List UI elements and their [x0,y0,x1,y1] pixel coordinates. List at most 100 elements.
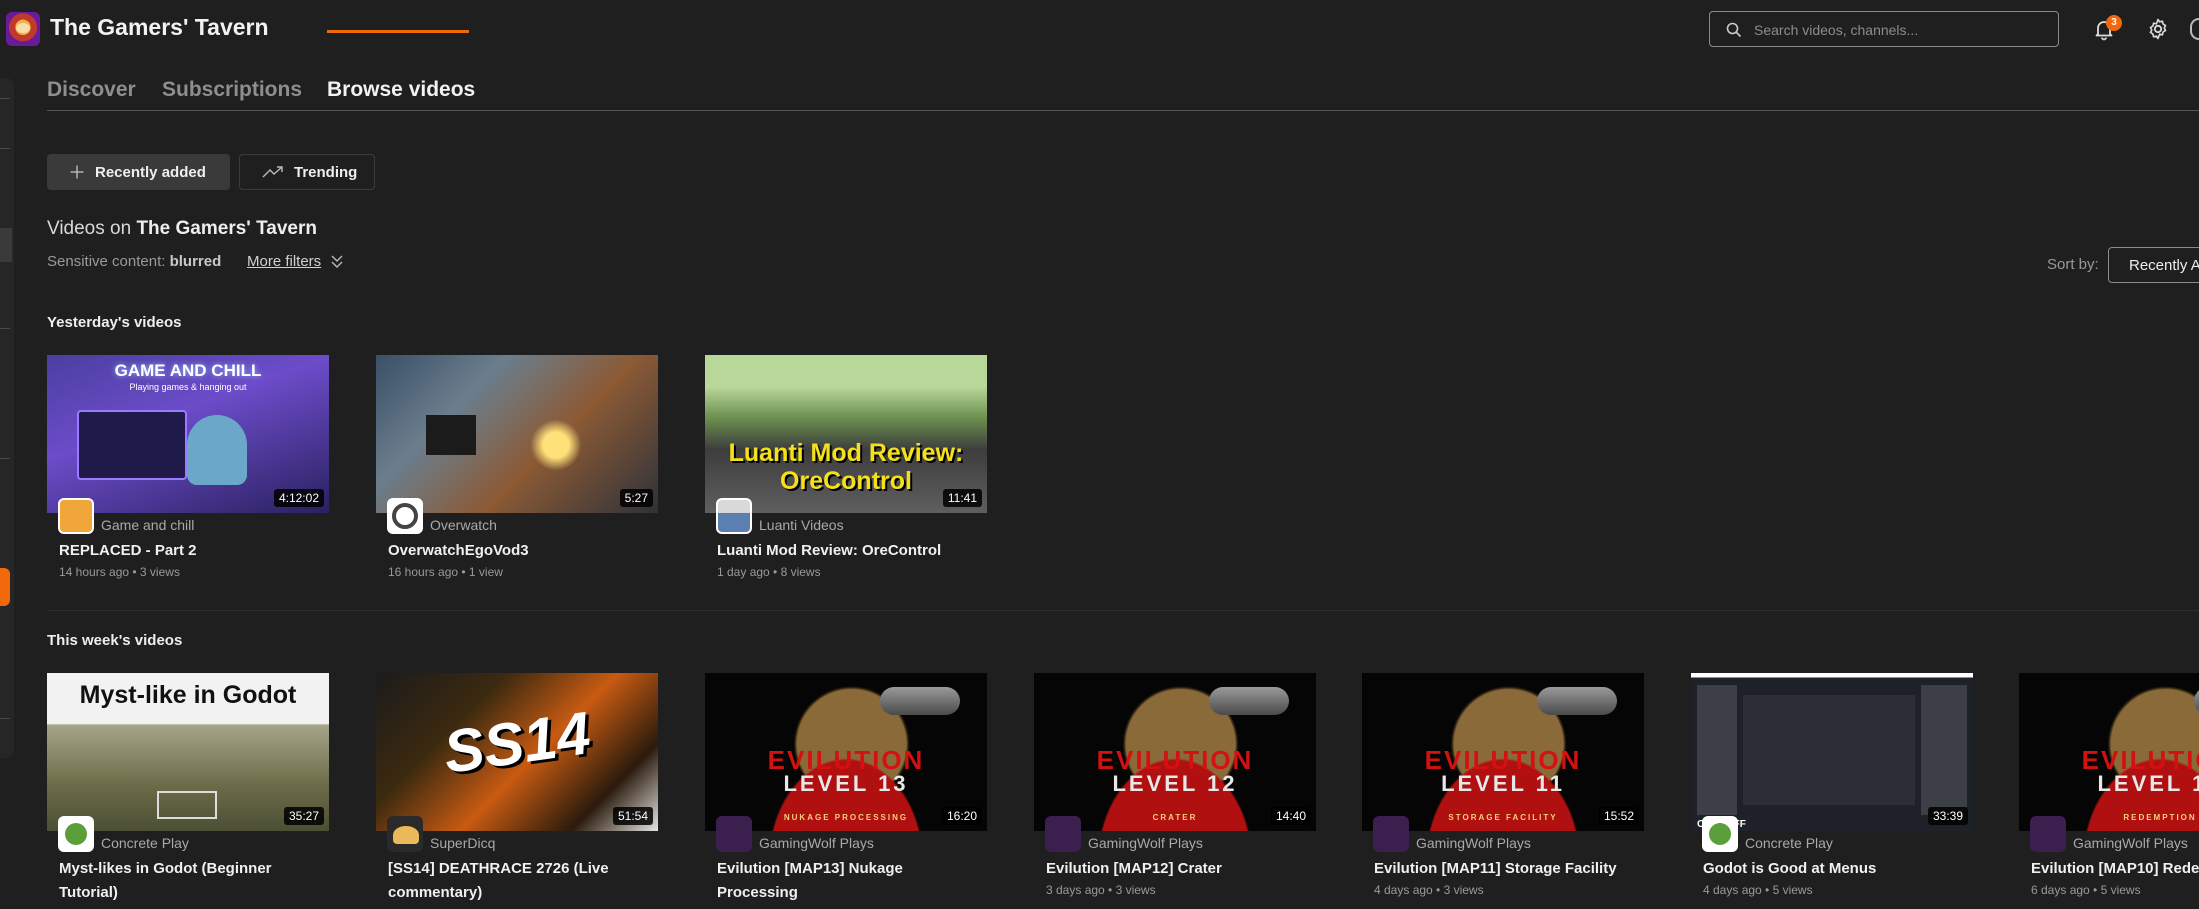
channel-avatar[interactable] [58,816,94,852]
site-title[interactable]: The Gamers' Tavern [50,14,269,41]
channel-name[interactable]: GamingWolf Plays [2073,835,2188,851]
rail-divider [0,328,10,329]
video-card[interactable]: EVILUTION LEVEL 12 CRATER 14:40 GamingWo… [1034,673,1316,909]
video-thumbnail[interactable]: 5:27 [376,355,658,513]
video-card[interactable]: SS14 51:54 SuperDicq [SS14] DEATHRACE 27… [376,673,658,909]
channel-name[interactable]: Concrete Play [1745,835,1833,851]
rail-active-item[interactable] [0,228,12,262]
channel-name[interactable]: SuperDicq [430,835,495,851]
channel-avatar[interactable] [1702,816,1738,852]
tabs-divider [47,110,2199,111]
video-duration: 35:27 [283,807,324,825]
video-card[interactable]: EVILUTION LEVEL 13 NUKAGE PROCESSING 16:… [705,673,987,909]
video-meta: 4 days ago • 5 views [1703,883,1813,897]
gear-icon[interactable] [2146,17,2170,41]
overwatch-logo-icon [392,503,418,529]
channel-avatar[interactable] [1045,816,1081,852]
thumbnail-level: LEVEL 11 [1441,771,1565,796]
video-title[interactable]: Evilution [MAP10] Redemption [2031,857,2199,881]
video-card[interactable]: GAME AND CHILL Playing games & hanging o… [47,355,329,595]
video-card[interactable]: Myst-like in Godot 35:27 Concrete Play M… [47,673,329,909]
trending-button[interactable]: Trending [239,154,375,190]
video-title[interactable]: Myst-likes in Godot (Beginner Tutorial) [59,857,329,905]
video-title[interactable]: Luanti Mod Review: OreControl [717,539,987,563]
thumbnail-art [526,415,586,475]
search-input[interactable] [1754,18,2044,42]
channel-name[interactable]: Overwatch [430,517,497,533]
double-chevron-down-icon[interactable] [330,253,344,269]
side-menu-rail[interactable] [0,78,14,758]
video-title[interactable]: Godot is Good at Menus [1703,857,1973,881]
rail-divider [0,718,10,719]
channel-avatar[interactable] [1373,816,1409,852]
channel-name[interactable]: GamingWolf Plays [759,835,874,851]
channel-avatar[interactable] [2030,816,2066,852]
video-title[interactable]: [SS14] DEATHRACE 2726 (Live commentary) [388,857,658,905]
thumbnail-art [2194,687,2199,715]
user-menu-icon[interactable] [2190,18,2199,40]
thumbnail-art [1743,695,1915,805]
plus-icon [70,165,84,179]
channel-avatar[interactable] [387,498,423,534]
channel-avatar[interactable] [716,816,752,852]
video-title[interactable]: Evilution [MAP12] Crater [1046,857,1316,881]
sensitive-content-label: Sensitive content: [47,253,166,270]
video-duration: 15:52 [1598,807,1639,825]
more-filters-link[interactable]: More filters [247,253,321,270]
video-card[interactable]: 5:27 Overwatch OverwatchEgoVod3 16 hours… [376,355,658,595]
video-thumbnail[interactable]: Myst-like in Godot 35:27 [47,673,329,831]
recently-added-button[interactable]: Recently added [47,154,230,190]
video-title[interactable]: REPLACED - Part 2 [59,539,329,563]
channel-name[interactable]: GamingWolf Plays [1088,835,1203,851]
rail-divider [0,98,10,99]
notification-badge: 3 [2106,15,2122,31]
top-header: The Gamers' Tavern 3 [0,0,2199,56]
search-box[interactable] [1709,11,2059,47]
video-card[interactable]: OT STUFF 33:39 Concrete Play Godot is Go… [1691,673,1973,909]
video-title[interactable]: Evilution [MAP13] Nukage Processing [717,857,987,905]
channel-name[interactable]: Luanti Videos [759,517,844,533]
video-meta: 16 hours ago • 1 view [388,565,503,579]
sensitive-content-setting: Sensitive content: blurred [47,253,221,270]
videos-on-prefix: Videos on [47,218,132,239]
video-thumbnail[interactable]: SS14 51:54 [376,673,658,831]
tab-browse-videos[interactable]: Browse videos [327,78,475,102]
sort-by-label: Sort by: [2047,256,2099,273]
trending-label: Trending [294,163,358,181]
thumbnail-art [1921,685,1967,815]
channel-name[interactable]: Concrete Play [101,835,189,851]
tab-subscriptions[interactable]: Subscriptions [162,78,302,102]
channel-avatar[interactable] [387,816,423,852]
video-duration: 16:20 [941,807,982,825]
sort-by-select[interactable]: Recently Added [2108,247,2199,283]
section-divider [47,610,2199,611]
thumbnail-art [77,410,187,480]
video-thumbnail[interactable]: Luanti Mod Review: OreControl 11:41 [705,355,987,513]
channel-avatar[interactable] [58,498,94,534]
sensitive-content-value: blurred [169,253,222,270]
video-card[interactable]: EVILUTION LEVEL 10 REDEMPTION GamingWolf… [2019,673,2199,909]
video-card[interactable]: Luanti Mod Review: OreControl 11:41 Luan… [705,355,987,595]
site-logo[interactable] [6,12,40,46]
channel-avatar[interactable] [716,498,752,534]
videos-on-heading: Videos on The Gamers' Tavern [47,218,317,240]
video-thumbnail[interactable]: EVILUTION LEVEL 12 CRATER 14:40 [1034,673,1316,831]
thumbnail-caption: GAME AND CHILL [114,361,262,380]
video-thumbnail[interactable]: OT STUFF 33:39 [1691,673,1973,831]
video-title[interactable]: OverwatchEgoVod3 [388,539,658,563]
channel-name[interactable]: Game and chill [101,517,194,533]
video-meta: 1 day ago • 8 views [717,565,821,579]
video-thumbnail[interactable]: EVILUTION LEVEL 10 REDEMPTION [2019,673,2199,831]
video-thumbnail[interactable]: GAME AND CHILL Playing games & hanging o… [47,355,329,513]
video-thumbnail[interactable]: EVILUTION LEVEL 11 STORAGE FACILITY 15:5… [1362,673,1644,831]
video-thumbnail[interactable]: EVILUTION LEVEL 13 NUKAGE PROCESSING 16:… [705,673,987,831]
video-meta: 6 days ago • 5 views [2031,883,2141,897]
thumbnail-subcaption: Playing games & hanging out [129,382,247,392]
channel-name[interactable]: GamingWolf Plays [1416,835,1531,851]
tab-discover[interactable]: Discover [47,78,136,102]
thumbnail-art [157,791,217,819]
video-card[interactable]: EVILUTION LEVEL 11 STORAGE FACILITY 15:5… [1362,673,1644,909]
video-duration: 33:39 [1927,807,1968,825]
rail-highlight-item[interactable] [0,568,10,606]
video-title[interactable]: Evilution [MAP11] Storage Facility [1374,857,1644,881]
